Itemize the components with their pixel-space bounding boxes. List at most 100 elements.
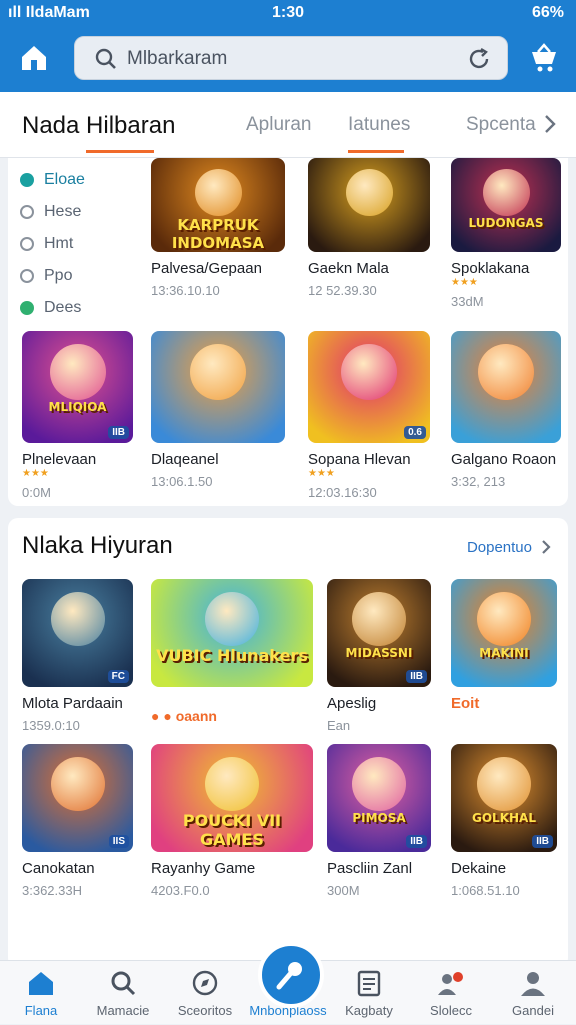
joystick-icon: [276, 962, 302, 990]
game-tile[interactable]: GOLKHAL IIB Dekaine 1:068.51.10: [451, 744, 557, 898]
game-tile[interactable]: KARPRUK INDOMASA Palvesa/Gepaan 13:36.10.1…: [151, 158, 285, 298]
game-thumbnail: LUDONGAS: [451, 158, 561, 252]
active-tab-underline: [348, 150, 404, 153]
character-art: [195, 169, 242, 216]
cart-icon: [532, 43, 556, 72]
character-art: [352, 757, 406, 811]
game-tile[interactable]: 0.6 Sopana Hlevan ★★★ 12:03.16:30: [308, 331, 430, 500]
category-label: Eloae: [44, 171, 85, 188]
category-label: Hese: [44, 203, 82, 220]
game-meta: 1:068.51.10: [451, 883, 520, 898]
game-name: Dlaqeanel: [151, 451, 219, 468]
category-item[interactable]: Hmt: [20, 228, 85, 260]
game-thumbnail: [308, 158, 430, 252]
category-icon: [20, 301, 34, 315]
game-logo-text: PIMOSA: [352, 811, 406, 825]
character-art: [477, 757, 531, 811]
game-name: Gaekn Mala: [308, 260, 389, 277]
search-icon: [95, 48, 116, 69]
game-meta: 3:362.33H: [22, 883, 82, 898]
game-meta: 300M: [327, 883, 360, 898]
game-logo-text: VUBIC Hlunakers: [156, 646, 308, 665]
game-tile[interactable]: Galgano Roaon 3:32, 213: [451, 331, 561, 489]
friends-icon: [438, 972, 463, 995]
document-icon: [357, 970, 381, 997]
game-logo-text: GOLKHAL: [472, 811, 536, 825]
game-thumbnail: POUCKI VII GAMES: [151, 744, 313, 852]
game-thumbnail: [451, 331, 561, 443]
battery-level: 66%: [531, 4, 564, 21]
game-tile[interactable]: VUBIC Hlunakers: [151, 579, 313, 687]
category-item[interactable]: Dees: [20, 292, 85, 324]
game-tile[interactable]: POUCKI VII GAMES Rayanhy Game 4203.F0.0: [151, 744, 313, 898]
nav-social[interactable]: Slolecc: [410, 961, 492, 1025]
rating-stars: ★★★: [451, 277, 478, 288]
badge: IIB: [108, 426, 129, 439]
character-art: [205, 757, 259, 811]
game-thumbnail: MAKINI: [451, 579, 557, 687]
game-name: Palvesa/Gepaan: [151, 260, 262, 277]
game-meta: 1359.0:10: [22, 718, 80, 733]
tab-iatunes[interactable]: Iatunes: [348, 114, 410, 136]
game-meta: ● ● oaann: [151, 708, 217, 724]
game-tile[interactable]: IIS Canokatan 3:362.33H: [22, 744, 133, 898]
see-more-label: Dopentuo: [466, 538, 532, 556]
badge: IIB: [406, 670, 427, 683]
game-tile[interactable]: LUDONGAS Spoklakana ★★★ 33dM: [451, 158, 561, 309]
home-button[interactable]: [16, 40, 52, 76]
game-logo-text: MLIQIOA: [48, 400, 107, 414]
category-item[interactable]: Ppo: [20, 260, 85, 292]
game-meta: 12:03.16:30: [308, 485, 377, 500]
home-icon: [22, 46, 46, 70]
game-name: Eoit: [451, 695, 480, 712]
character-art: [190, 344, 246, 400]
top-bar: Mlbarkaram: [0, 28, 576, 92]
game-name: Galgano Roaon: [451, 451, 557, 468]
clock: 1:30: [271, 4, 305, 21]
search-input[interactable]: Mlbarkaram: [127, 48, 227, 70]
badge: 0.6: [404, 426, 426, 439]
play-fab-button[interactable]: [258, 942, 324, 1008]
category-label: Dees: [44, 299, 82, 316]
cart-button[interactable]: [526, 40, 562, 76]
badge: IIB: [532, 835, 553, 848]
nav-label: Slolecc: [430, 1003, 472, 1018]
nav-library[interactable]: Kagbaty: [328, 961, 410, 1025]
game-tile[interactable]: FC Mlota Pardaain 1359.0:10: [22, 579, 133, 733]
game-thumbnail: MIDASSNI IIB: [327, 579, 431, 687]
game-tile[interactable]: PIMOSA IIB Pascliin Zanl 300M: [327, 744, 431, 898]
category-item[interactable]: Hese: [20, 196, 85, 228]
nav-label: Sceoritos: [177, 1003, 233, 1018]
character-art: [51, 592, 105, 646]
nav-home[interactable]: Flana: [0, 961, 82, 1025]
game-thumbnail: FC: [22, 579, 133, 687]
nav-search[interactable]: Mamacie: [82, 961, 164, 1025]
category-item[interactable]: Eloae: [20, 164, 85, 196]
tab-apluran[interactable]: Apluran: [246, 114, 312, 136]
game-logo-text: LUDONGAS: [468, 216, 544, 230]
search-bar[interactable]: Mlbarkaram: [74, 36, 508, 80]
game-thumbnail: PIMOSA IIB: [327, 744, 431, 852]
character-art: [346, 169, 393, 216]
character-art: [51, 757, 105, 811]
nav-profile[interactable]: Gandei: [492, 961, 574, 1025]
character-art: [477, 592, 531, 646]
game-name: Canokatan: [22, 860, 95, 877]
game-tile[interactable]: MAKINI Eoit: [451, 579, 557, 712]
chevron-right-icon[interactable]: [542, 112, 558, 136]
tab-spcenta[interactable]: Spcenta: [466, 114, 536, 136]
game-tile[interactable]: Dlaqeanel 13:06.1.50: [151, 331, 285, 489]
game-tile[interactable]: Gaekn Mala 12 52.39.30: [308, 158, 430, 298]
game-meta: 4203.F0.0: [151, 883, 210, 898]
refresh-icon[interactable]: [467, 47, 491, 71]
see-more-link[interactable]: Dopentuo: [467, 538, 552, 556]
game-thumbnail: GOLKHAL IIB: [451, 744, 557, 852]
category-list: Eloae Hese Hmt Ppo Dees: [20, 164, 85, 324]
game-tile[interactable]: MLIQIOA IIB Plnelevaan ★★★ 0:0M: [22, 331, 133, 500]
nav-explore[interactable]: Sceoritos: [164, 961, 246, 1025]
nav-label: Gandei: [512, 1003, 554, 1018]
brand-underline: [86, 150, 154, 153]
game-name: Sopana Hlevan: [308, 451, 411, 468]
section-title: Nlaka Hiyuran: [22, 532, 173, 559]
game-tile[interactable]: MIDASSNI IIB Apeslig Ean: [327, 579, 431, 733]
